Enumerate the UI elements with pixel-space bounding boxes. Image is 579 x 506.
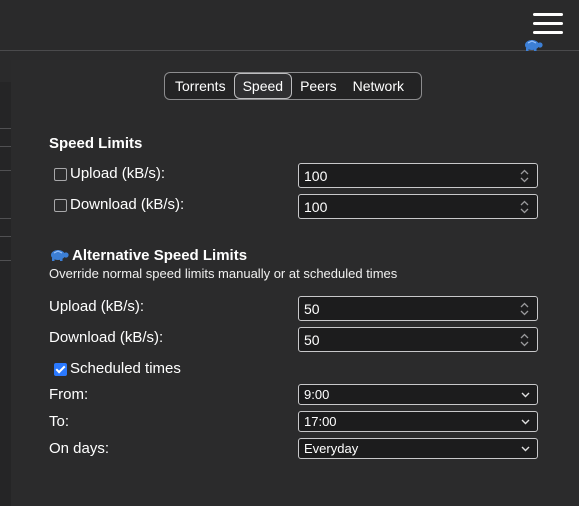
download-limit-input[interactable] [304,198,504,216]
download-limit-field[interactable] [298,194,538,219]
from-time-value: 9:00 [304,387,330,402]
alt-speed-limits-title: Alternative Speed Limits [72,247,248,264]
upload-limit-checkbox[interactable] [54,168,67,181]
tab-network[interactable]: Network [345,73,412,99]
tab-torrents[interactable]: Torrents [167,73,234,99]
chevron-down-icon [521,446,530,452]
to-time-value: 17:00 [304,414,337,429]
hamburger-menu-icon[interactable] [533,13,563,35]
upload-limit-input[interactable] [304,167,504,185]
stepper-arrows-icon[interactable] [520,301,529,317]
alt-download-input[interactable] [304,331,504,349]
on-days-label: On days: [49,440,110,457]
from-time-select[interactable]: 9:00 [298,384,538,405]
alt-upload-input[interactable] [304,300,504,318]
preferences-tabs: Torrents Speed Peers Network [164,72,422,100]
chevron-down-icon [521,392,530,398]
speed-limits-title: Speed Limits [49,135,143,152]
scheduled-times-checkbox[interactable] [54,363,67,376]
app-header [0,0,579,50]
on-days-select[interactable]: Everyday [298,438,538,459]
scheduled-times-label: Scheduled times [70,360,181,377]
tab-speed[interactable]: Speed [233,73,293,99]
download-limit-label: Download (kB/s): [70,196,185,213]
to-label: To: [49,413,70,430]
turtle-icon [525,40,543,51]
alt-upload-label: Upload (kB/s): [49,298,145,315]
to-time-select[interactable]: 17:00 [298,411,538,432]
app-root: Torrents Speed Peers Network Speed Limit… [0,0,579,506]
download-limit-checkbox[interactable] [54,199,67,212]
tab-peers[interactable]: Peers [292,73,345,99]
stepper-arrows-icon[interactable] [520,332,529,348]
stepper-arrows-icon[interactable] [520,168,529,184]
upload-limit-field[interactable] [298,163,538,188]
stepper-arrows-icon[interactable] [520,199,529,215]
chevron-down-icon [521,419,530,425]
alt-upload-field[interactable] [298,296,538,321]
alt-download-field[interactable] [298,327,538,352]
background-list-edge [0,82,11,506]
alt-speed-limits-subtitle: Override normal speed limits manually or… [49,266,398,281]
upload-limit-label: Upload (kB/s): [70,165,166,182]
turtle-icon [51,250,69,261]
header-divider [0,50,579,51]
from-label: From: [49,386,89,403]
on-days-value: Everyday [304,441,359,456]
alt-download-label: Download (kB/s): [49,329,164,346]
